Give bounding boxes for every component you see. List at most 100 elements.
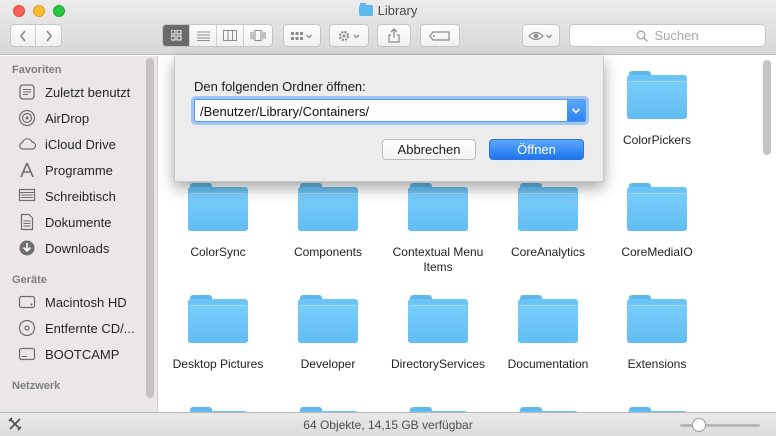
- sidebar-item-airdrop[interactable]: AirDrop: [17, 107, 89, 129]
- back-forward-control: [10, 24, 62, 47]
- folder-label: ColorSync: [190, 245, 246, 259]
- forward-button[interactable]: [36, 25, 61, 46]
- cover-flow-icon: [250, 30, 265, 41]
- sidebar-item-label: BOOTCAMP: [45, 346, 120, 362]
- tag-icon: [429, 30, 450, 41]
- remote-disc-icon: [17, 318, 37, 338]
- folder-item[interactable]: ColorSync: [163, 183, 273, 260]
- sidebar-item-label: Downloads: [45, 240, 110, 256]
- folder-icon: [298, 183, 358, 231]
- folder-item[interactable]: Documentation: [493, 295, 603, 372]
- cover-flow-view-button[interactable]: [244, 25, 271, 46]
- content-scrollbar[interactable]: [763, 60, 771, 155]
- folder-label: Contextual Menu Items: [392, 245, 484, 274]
- columns-icon: [223, 30, 237, 41]
- folder-item[interactable]: CoreMediaIO: [602, 183, 712, 260]
- dialog-prompt: Den folgenden Ordner öffnen:: [194, 79, 366, 94]
- sidebar-item-label: Entfernte CD/...: [45, 320, 135, 336]
- recents-icon: [17, 82, 37, 102]
- sidebar-item-applications[interactable]: Programme: [17, 159, 113, 181]
- sidebar-item-icloud-drive[interactable]: iCloud Drive: [17, 133, 116, 155]
- folder-item[interactable]: CoreAnalytics: [493, 183, 603, 260]
- finder-window: Library Suchen Favoriten Zuletzt benutzt…: [0, 0, 776, 436]
- sidebar-item-bootcamp[interactable]: BOOTCAMP: [17, 343, 119, 365]
- folder-icon: [518, 183, 578, 231]
- sidebar-heading-favorites: Favoriten: [12, 64, 62, 76]
- folder-label: Developer: [300, 357, 356, 371]
- downloads-icon: [17, 238, 37, 258]
- folder-label: CoreMediaIO: [621, 245, 693, 259]
- folder-item[interactable]: Developer: [273, 295, 383, 372]
- icon-size-slider-knob[interactable]: [692, 418, 706, 432]
- sidebar-scrollbar[interactable]: [146, 58, 154, 398]
- folder-icon: [358, 3, 373, 16]
- status-text: 64 Objekte, 14,15 GB verfügbar: [303, 418, 473, 432]
- chevron-left-icon: [19, 30, 26, 41]
- folder-icon: [188, 183, 248, 231]
- gear-icon: [338, 30, 360, 41]
- folder-icon: [627, 71, 687, 119]
- list-icon: [196, 31, 210, 41]
- folder-path-value: /Benutzer/Library/Containers/: [200, 104, 370, 119]
- sidebar: Favoriten Zuletzt benutzt AirDrop iCloud…: [0, 56, 158, 412]
- search-icon: [637, 30, 649, 42]
- sidebar-item-desktop[interactable]: Schreibtisch: [17, 185, 116, 207]
- path-history-dropdown[interactable]: [567, 100, 585, 121]
- status-bar: 64 Objekte, 14,15 GB verfügbar: [0, 412, 776, 436]
- folder-icon: [408, 295, 468, 343]
- column-view-button[interactable]: [217, 25, 244, 46]
- folder-icon: [518, 295, 578, 343]
- sidebar-item-label: iCloud Drive: [45, 136, 116, 152]
- folder-item[interactable]: Contextual Menu Items: [383, 183, 493, 275]
- folder-path-input[interactable]: /Benutzer/Library/Containers/: [194, 99, 586, 122]
- search-field[interactable]: Suchen: [569, 24, 766, 47]
- sidebar-item-documents[interactable]: Dokumente: [17, 211, 111, 233]
- list-view-button[interactable]: [190, 25, 217, 46]
- sidebar-item-label: Dokumente: [45, 214, 112, 230]
- applications-icon: [17, 160, 37, 180]
- grid-icon: [170, 30, 181, 41]
- sidebar-item-label: AirDrop: [45, 110, 90, 126]
- sidebar-item-label: Schreibtisch: [45, 188, 116, 204]
- sidebar-item-label: Zuletzt benutzt: [45, 84, 131, 100]
- sidebar-item-downloads[interactable]: Downloads: [17, 237, 109, 259]
- folder-item[interactable]: DirectoryServices: [383, 295, 493, 372]
- sidebar-item-macintosh-hd[interactable]: Macintosh HD: [17, 291, 127, 313]
- folder-item[interactable]: ColorPickers: [602, 71, 712, 148]
- folder-icon: [627, 183, 687, 231]
- view-mode-control: [162, 24, 273, 47]
- documents-icon: [17, 212, 37, 232]
- sidebar-heading-network: Netzwerk: [12, 380, 61, 392]
- arrange-button[interactable]: [283, 24, 321, 47]
- folder-label: DirectoryServices: [390, 357, 486, 371]
- sidebar-heading-devices: Geräte: [12, 274, 47, 286]
- sidebar-item-recents[interactable]: Zuletzt benutzt: [17, 81, 130, 103]
- back-button[interactable]: [11, 25, 36, 46]
- sidebar-item-remote-disc[interactable]: Entfernte CD/...: [17, 317, 135, 339]
- arrange-grid-chevron-icon: [291, 31, 312, 40]
- share-icon: [388, 28, 400, 43]
- hard-drive-icon: [17, 292, 37, 312]
- open-button[interactable]: Öffnen: [489, 139, 584, 160]
- airdrop-icon: [17, 108, 37, 128]
- edit-tags-button[interactable]: [420, 24, 460, 47]
- folder-item[interactable]: Extensions: [602, 295, 712, 372]
- folder-icon: [298, 295, 358, 343]
- folder-item[interactable]: Components: [273, 183, 383, 260]
- action-menu-button[interactable]: [329, 24, 369, 47]
- sidebar-item-label: Macintosh HD: [45, 294, 127, 310]
- window-title: Library: [0, 3, 776, 18]
- folder-item[interactable]: Desktop Pictures: [163, 295, 273, 372]
- disk-icon: [17, 344, 37, 364]
- folder-label: CoreAnalytics: [510, 245, 586, 259]
- quick-look-button[interactable]: [522, 24, 560, 47]
- eye-chevron-icon: [528, 31, 552, 40]
- toolbar: Library Suchen: [0, 0, 776, 55]
- desktop-icon: [17, 186, 37, 206]
- cloud-icon: [17, 134, 37, 154]
- icon-view-button[interactable]: [163, 25, 190, 46]
- cancel-button[interactable]: Abbrechen: [382, 139, 476, 160]
- go-to-folder-sheet: Den folgenden Ordner öffnen: /Benutzer/L…: [174, 56, 604, 182]
- folder-icon: [188, 295, 248, 343]
- share-button[interactable]: [377, 24, 411, 47]
